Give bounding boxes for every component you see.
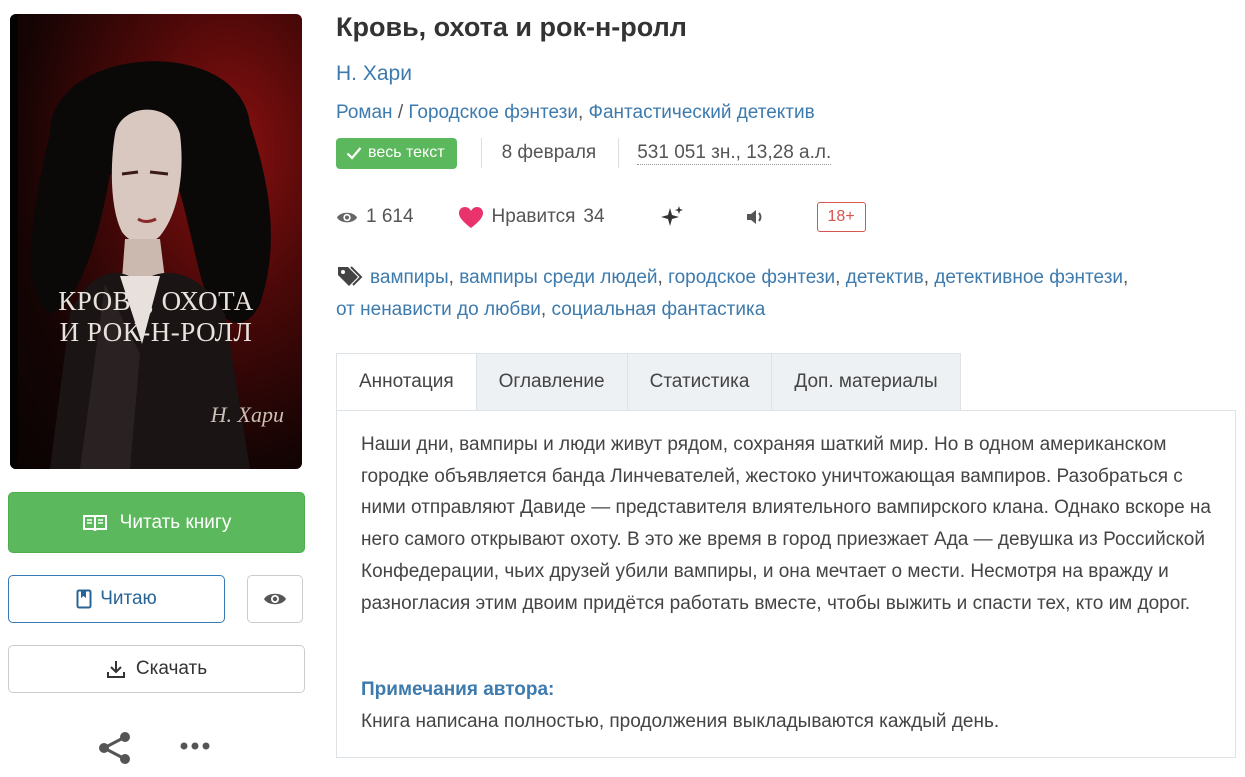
download-button[interactable]: Скачать (8, 645, 305, 693)
like-button[interactable]: Нравится 34 (458, 206, 605, 229)
tag-comma: , (540, 299, 552, 320)
likes-count: 34 (583, 206, 605, 227)
tag-link[interactable]: детектив (846, 267, 924, 288)
cover-title-line2: И РОК-Н-РОЛЛ (59, 317, 253, 347)
likes-label: Нравится (491, 206, 576, 227)
tag-link[interactable]: городское фэнтези (668, 267, 835, 288)
sparkles-icon[interactable] (660, 205, 685, 229)
age-rating-badge: 18+ (816, 202, 866, 232)
tag-link[interactable]: вампиры (370, 267, 449, 288)
tag-comma: , (448, 267, 460, 288)
views-count: 1 614 (366, 206, 414, 227)
genre-breadcrumb: Роман / Городское фэнтези, Фантастически… (336, 102, 815, 124)
author-notes-title: Примечания автора: (361, 679, 555, 700)
eye-icon (336, 212, 358, 222)
tab-contents[interactable]: Оглавление (476, 353, 628, 411)
author-link[interactable]: Н. Хари (336, 62, 412, 86)
tag-link[interactable]: вампиры среди людей (459, 267, 657, 288)
divider (618, 138, 620, 168)
book-tabs: Аннотация Оглавление Статистика Доп. мат… (336, 353, 961, 411)
author-notes-text: Книга написана полностью, продолжения вы… (361, 711, 1000, 732)
cover-illustration (10, 14, 271, 469)
completed-badge-label: весь текст (368, 144, 445, 161)
check-icon (346, 147, 362, 160)
read-book-label: Читать книгу (119, 511, 232, 533)
tab-statistics[interactable]: Статистика (627, 353, 773, 411)
reading-button[interactable]: Читаю (8, 575, 225, 623)
tag-comma: , (923, 267, 935, 288)
tab-extra-materials[interactable]: Доп. материалы (772, 353, 961, 411)
book-title: Кровь, охота и рок-н-ролл (336, 12, 687, 42)
publish-date: 8 февраля (501, 142, 597, 163)
genre-link-2[interactable]: Фантастический детектив (589, 102, 815, 123)
annotation-text: Наши дни, вампиры и люди живут рядом, со… (361, 434, 1211, 614)
genre-comma: , (577, 102, 584, 123)
watch-button[interactable] (247, 575, 303, 623)
meta-row: весь текст 8 февраля 531 051 зн., 13,28 … (336, 137, 832, 169)
tag-comma: , (1123, 267, 1129, 288)
book-cover[interactable]: КРОВЬ, ОХОТА И РОК-Н-РОЛЛ Н. Хари (10, 14, 302, 469)
reading-label: Читаю (100, 588, 157, 609)
tag-comma: , (835, 267, 846, 288)
eye-icon (264, 593, 286, 605)
heart-icon (458, 206, 483, 228)
download-icon (106, 661, 125, 678)
bookmark-book-icon (76, 589, 92, 609)
speaker-icon[interactable] (745, 207, 767, 227)
completed-badge: весь текст (336, 137, 457, 169)
share-icon[interactable] (98, 731, 132, 765)
views-stat: 1 614 (336, 206, 414, 228)
read-book-button[interactable]: Читать книгу (8, 492, 305, 553)
cover-author: Н. Хари (210, 402, 284, 427)
tag-link[interactable]: от ненависти до любви (336, 299, 541, 320)
tag-comma: , (657, 267, 669, 288)
genre-link-main[interactable]: Роман (336, 102, 393, 123)
tag-link[interactable]: социальная фантастика (551, 299, 765, 320)
tag-link[interactable]: детективное фэнтези (934, 267, 1123, 288)
tags-list: вампиры, вампиры среди людей, городское … (336, 262, 1226, 326)
tab-annotation[interactable]: Аннотация (336, 353, 477, 411)
open-book-icon (82, 514, 107, 531)
cover-title-line1: КРОВЬ, ОХОТА (58, 286, 254, 316)
tags-icon (338, 266, 363, 286)
book-size[interactable]: 531 051 зн., 13,28 а.л. (637, 142, 832, 165)
cover-title: КРОВЬ, ОХОТА И РОК-Н-РОЛЛ (10, 286, 302, 348)
stats-row: 1 614 Нравится 34 18+ (336, 200, 866, 234)
download-label: Скачать (135, 658, 208, 679)
genre-link-1[interactable]: Городское фэнтези (408, 102, 578, 123)
divider (480, 138, 482, 168)
genre-separator: / (397, 102, 404, 123)
more-options-icon[interactable] (180, 741, 210, 751)
